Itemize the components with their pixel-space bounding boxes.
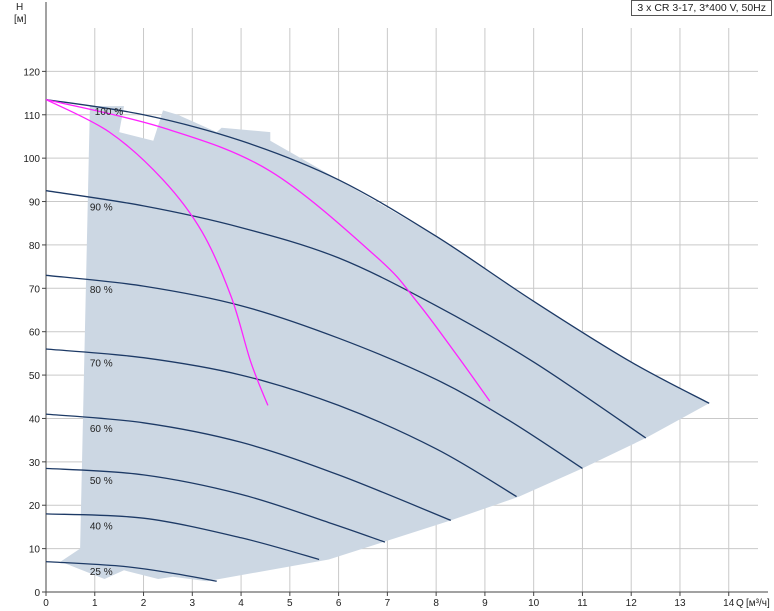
x-tick-label: 11: [577, 598, 588, 609]
curve-label: 50 %: [90, 476, 113, 487]
y-tick-label: 100: [23, 154, 40, 165]
x-tick-label: 12: [626, 598, 638, 609]
x-tick-label: 8: [433, 598, 439, 609]
y-tick-label: 30: [29, 458, 41, 469]
x-tick-label: 4: [238, 598, 244, 609]
operating-region: [60, 106, 710, 582]
x-tick-label: 3: [190, 598, 196, 609]
y-tick-label: 90: [29, 198, 41, 209]
curve-label: 25 %: [90, 567, 113, 578]
y-tick-label: 20: [29, 501, 41, 512]
curve-label: 90 %: [90, 203, 113, 214]
x-axis-label: Q: [736, 598, 744, 609]
y-tick-label: 0: [34, 588, 40, 599]
x-tick-label: 5: [287, 598, 293, 609]
x-tick-label: 13: [674, 598, 686, 609]
y-tick-label: 70: [29, 284, 41, 295]
curve-label: 100 %: [95, 107, 123, 118]
x-tick-label: 9: [482, 598, 488, 609]
pump-curve-chart: 0 1 2 3 4 5 6 7 8 9 10 11 12 13 1401020304050607080901…: [14, 2, 770, 609]
y-tick-label: 40: [29, 414, 41, 425]
y-tick-label: 10: [29, 545, 41, 556]
chart-title: 3 x CR 3-17, 3*400 V, 50Hz: [631, 0, 772, 16]
x-tick-label: 7: [385, 598, 391, 609]
y-tick-label: 80: [29, 241, 41, 252]
x-tick-label: 6: [336, 598, 342, 609]
curve-label: 60 %: [90, 424, 113, 435]
y-tick-label: 50: [29, 371, 41, 382]
y-tick-label: 110: [24, 111, 40, 122]
curve-label: 70 %: [90, 359, 113, 370]
y-tick-label: 120: [23, 67, 40, 78]
curve-label: 40 %: [90, 521, 113, 532]
x-tick-label: 1: [92, 598, 98, 609]
x-tick-label: 0: [43, 598, 49, 609]
x-tick-label: 14: [723, 598, 735, 609]
y-tick-label: 60: [29, 328, 41, 339]
y-axis-unit: [м]: [14, 14, 27, 25]
x-tick-label: 2: [141, 598, 147, 609]
y-axis-label: H: [16, 2, 23, 13]
x-tick-label: 10: [528, 598, 540, 609]
curve-label: 80 %: [90, 285, 113, 296]
x-axis-unit: [м³/ч]: [746, 598, 770, 609]
